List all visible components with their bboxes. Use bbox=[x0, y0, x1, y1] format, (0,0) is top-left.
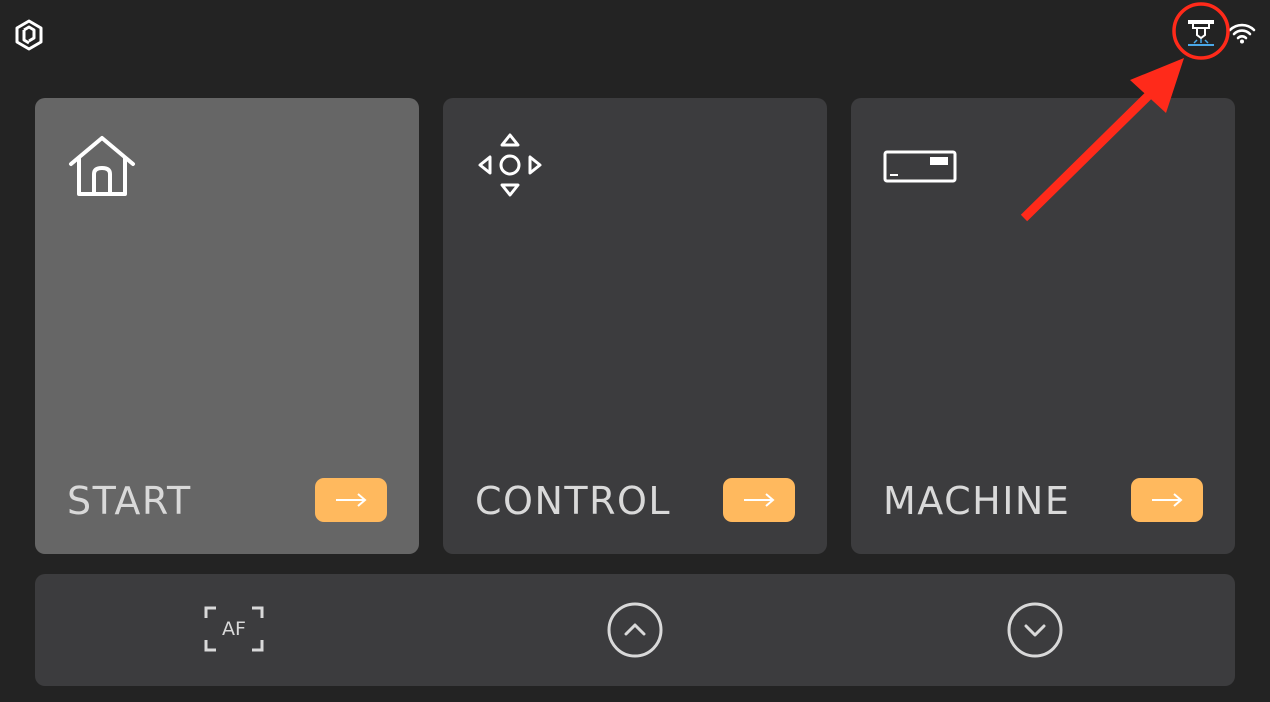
card-machine[interactable]: MACHINE bbox=[851, 98, 1235, 554]
arrow-right-icon bbox=[744, 493, 775, 507]
control-arrow-button[interactable] bbox=[723, 478, 795, 522]
autofocus-label: AF bbox=[222, 618, 246, 640]
machine-arrow-button[interactable] bbox=[1131, 478, 1203, 522]
card-label-control: CONTROL bbox=[475, 479, 672, 523]
app-logo-icon bbox=[12, 18, 46, 52]
wifi-icon bbox=[1228, 22, 1256, 44]
machine-icon bbox=[883, 150, 957, 189]
laser-module-icon[interactable] bbox=[1180, 14, 1222, 54]
move-down-button[interactable] bbox=[1005, 600, 1065, 660]
home-icon bbox=[67, 134, 137, 203]
card-label-machine: MACHINE bbox=[883, 479, 1071, 523]
move-up-button[interactable] bbox=[605, 600, 665, 660]
card-control[interactable]: CONTROL bbox=[443, 98, 827, 554]
chevron-down-icon bbox=[1007, 602, 1063, 658]
arrow-right-icon bbox=[336, 493, 367, 507]
autofocus-button[interactable]: AF bbox=[204, 606, 264, 652]
start-arrow-button[interactable] bbox=[315, 478, 387, 522]
card-label-start: START bbox=[67, 479, 192, 523]
arrow-right-icon bbox=[1152, 493, 1183, 507]
chevron-up-icon bbox=[607, 602, 663, 658]
bottom-bar: AF bbox=[35, 574, 1235, 686]
card-start[interactable]: START bbox=[35, 98, 419, 554]
directional-pad-icon bbox=[477, 132, 543, 203]
